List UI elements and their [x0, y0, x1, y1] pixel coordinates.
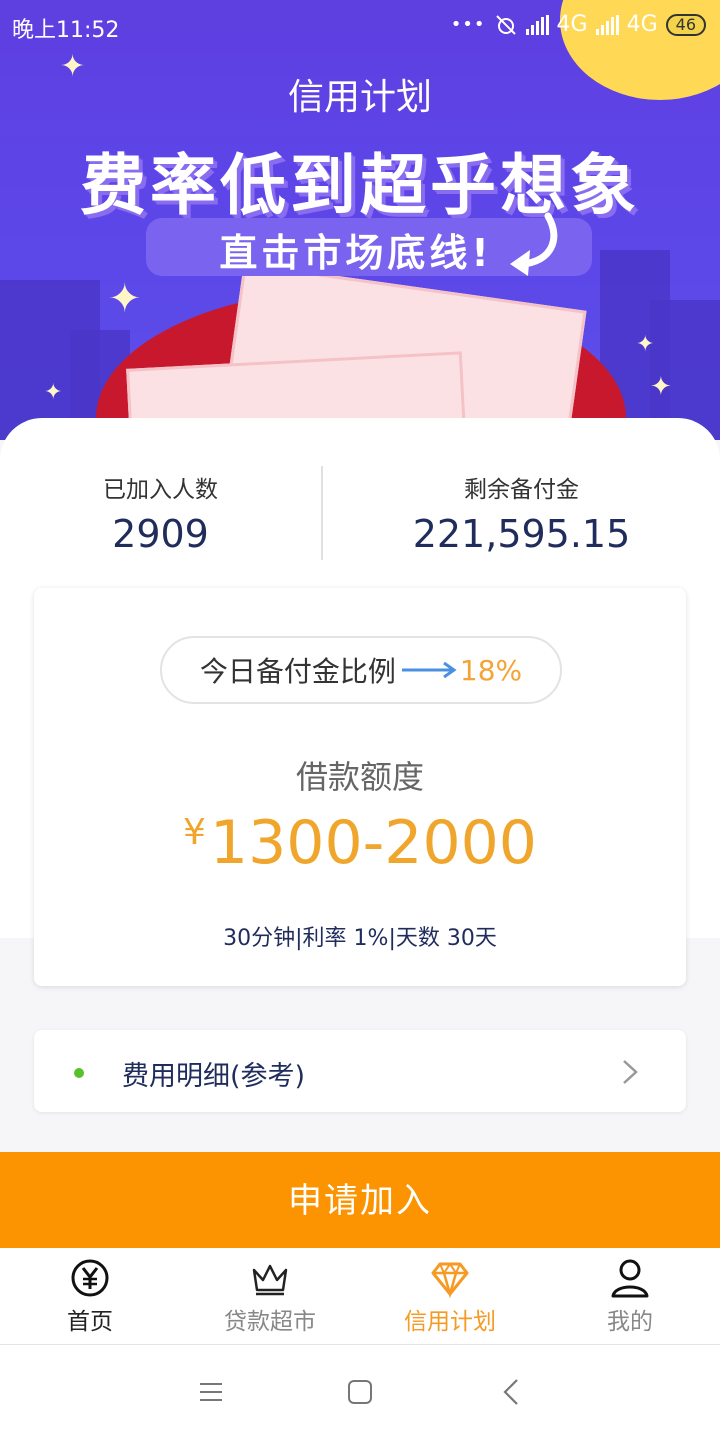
status-bar: 晚上11:52 ••• 4G 4G 46 — [0, 0, 720, 52]
fee-details-label: 费用明细(参考) — [122, 1061, 306, 1092]
tab-label: 信用计划 — [404, 1309, 496, 1335]
tab-home[interactable]: 首页 — [0, 1248, 180, 1344]
crown-icon — [252, 1264, 288, 1296]
green-dot-icon — [74, 1068, 84, 1078]
user-icon — [611, 1259, 649, 1298]
battery-icon: 46 — [665, 13, 706, 36]
sparkle-icon: ✦ — [636, 332, 655, 357]
ratio-value: 18% — [459, 653, 523, 687]
ratio-label: 今日备付金比例 — [199, 655, 396, 688]
tab-credit-plan[interactable]: 信用计划 — [360, 1248, 540, 1344]
home-square-icon[interactable] — [347, 1379, 373, 1405]
alarm-off-icon — [495, 14, 516, 35]
members-label: 已加入人数 — [103, 477, 218, 503]
loan-limit-title: 借款额度 — [295, 758, 424, 796]
promo-headline: 费率低到超乎想象 — [80, 147, 640, 224]
hero-banner: ✦ ✦ ✦ ✦ ✦ 晚上11:52 ••• 4G 4G 46 信用计划 费率低到… — [0, 0, 720, 440]
reserve-label: 剩余备付金 — [464, 477, 579, 503]
loan-amount-value: 1300-2000 — [209, 808, 537, 878]
reserve-ratio-pill: 今日备付金比例 18% — [160, 636, 562, 704]
tab-label: 贷款超市 — [224, 1309, 316, 1335]
right-arrow-icon — [401, 661, 457, 679]
more-dots: ••• — [450, 14, 486, 35]
tab-me[interactable]: 我的 — [540, 1248, 720, 1344]
yen-icon — [71, 1259, 109, 1297]
signal-icon — [525, 14, 549, 35]
apply-join-button[interactable]: 申请加入 — [0, 1152, 720, 1248]
diamond-icon — [431, 1262, 469, 1298]
network-type: 4G — [556, 12, 588, 37]
loan-terms: 30分钟|利率 1%|天数 30天 — [223, 926, 497, 951]
bottom-tab-bar: 首页 贷款超市 信用计划 我的 — [0, 1248, 720, 1345]
sparkle-icon: ✦ — [108, 276, 142, 322]
tab-label: 我的 — [607, 1309, 653, 1335]
network-type: 4G — [626, 12, 658, 37]
loan-amount: ¥1300-2000 — [0, 808, 720, 878]
page-title: 信用计划 — [287, 77, 432, 118]
sparkle-icon: ✦ — [44, 380, 63, 405]
system-nav-bar — [0, 1345, 720, 1440]
curved-arrow-icon — [510, 212, 558, 276]
menu-icon[interactable] — [198, 1381, 224, 1403]
back-icon[interactable] — [502, 1378, 520, 1406]
status-time: 晚上11:52 — [12, 18, 120, 43]
currency-symbol: ¥ — [183, 812, 206, 853]
chevron-right-icon[interactable] — [620, 1058, 640, 1086]
signal-icon — [595, 14, 619, 35]
sparkle-icon: ✦ — [650, 372, 672, 402]
members-count: 2909 — [112, 512, 209, 556]
reserve-amount: 221,595.15 — [412, 512, 631, 556]
tab-label: 首页 — [67, 1309, 113, 1335]
tab-loan-market[interactable]: 贷款超市 — [180, 1248, 360, 1344]
